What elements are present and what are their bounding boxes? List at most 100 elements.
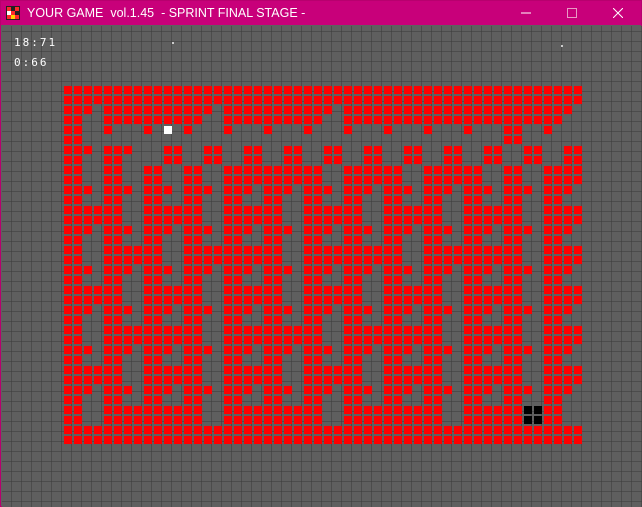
wall-block	[504, 256, 512, 264]
wall-block	[424, 266, 432, 274]
wall-block	[364, 436, 372, 444]
wall-block	[354, 396, 362, 404]
wall-block	[174, 116, 182, 124]
wall-block	[474, 196, 482, 204]
wall-block	[224, 406, 232, 414]
wall-block	[234, 186, 242, 194]
wall-block	[234, 116, 242, 124]
wall-block	[384, 396, 392, 404]
wall-block	[104, 156, 112, 164]
wall-block	[554, 426, 562, 434]
wall-block	[384, 346, 392, 354]
wall-block	[194, 196, 202, 204]
wall-block	[384, 246, 392, 254]
wall-block	[274, 236, 282, 244]
wall-block	[264, 366, 272, 374]
wall-block	[414, 376, 422, 384]
game-board[interactable]: 18:71 0:66	[2, 26, 642, 507]
wall-block	[514, 246, 522, 254]
wall-block	[564, 346, 572, 354]
wall-block	[494, 376, 502, 384]
wall-block	[234, 206, 242, 214]
wall-block	[154, 186, 162, 194]
wall-block	[144, 246, 152, 254]
wall-block	[484, 256, 492, 264]
wall-block	[394, 266, 402, 274]
wall-block	[124, 256, 132, 264]
wall-block	[224, 396, 232, 404]
minimize-button[interactable]	[503, 1, 549, 25]
wall-block	[264, 256, 272, 264]
wall-block	[394, 116, 402, 124]
window-title: YOUR GAME vol.1.45 - SPRINT FINAL STAGE …	[27, 6, 306, 20]
wall-block	[514, 116, 522, 124]
wall-block	[434, 436, 442, 444]
wall-block	[224, 96, 232, 104]
title-bar[interactable]: YOUR GAME vol.1.45 - SPRINT FINAL STAGE …	[1, 1, 641, 25]
wall-block	[144, 336, 152, 344]
wall-block	[284, 186, 292, 194]
wall-block	[124, 226, 132, 234]
wall-block	[154, 296, 162, 304]
wall-block	[74, 336, 82, 344]
wall-block	[104, 306, 112, 314]
wall-block	[64, 366, 72, 374]
wall-block	[164, 296, 172, 304]
wall-block	[274, 396, 282, 404]
wall-block	[434, 406, 442, 414]
wall-block	[474, 96, 482, 104]
wall-block	[234, 166, 242, 174]
wall-block	[204, 266, 212, 274]
wall-block	[474, 106, 482, 114]
wall-block	[554, 406, 562, 414]
wall-block	[484, 286, 492, 294]
wall-block	[64, 146, 72, 154]
wall-block	[484, 116, 492, 124]
wall-block	[414, 106, 422, 114]
wall-block	[524, 156, 532, 164]
wall-block	[424, 376, 432, 384]
wall-block	[294, 96, 302, 104]
wall-block	[144, 196, 152, 204]
wall-block	[194, 366, 202, 374]
wall-block	[544, 86, 552, 94]
wall-block	[514, 386, 522, 394]
wall-block	[174, 406, 182, 414]
wall-block	[214, 146, 222, 154]
wall-block	[224, 186, 232, 194]
wall-block	[144, 226, 152, 234]
wall-block	[244, 256, 252, 264]
wall-block	[164, 286, 172, 294]
wall-block	[404, 86, 412, 94]
wall-block	[184, 406, 192, 414]
wall-block	[174, 86, 182, 94]
wall-block	[84, 186, 92, 194]
close-button[interactable]	[595, 1, 641, 25]
wall-block	[174, 106, 182, 114]
wall-block	[454, 166, 462, 174]
wall-block	[224, 86, 232, 94]
wall-block	[334, 246, 342, 254]
wall-block	[334, 436, 342, 444]
wall-block	[204, 226, 212, 234]
wall-block	[544, 236, 552, 244]
wall-block	[564, 156, 572, 164]
maximize-button[interactable]	[549, 1, 595, 25]
wall-block	[474, 346, 482, 354]
wall-block	[384, 96, 392, 104]
wall-block	[144, 436, 152, 444]
wall-block	[274, 116, 282, 124]
wall-block	[524, 86, 532, 94]
wall-block	[514, 236, 522, 244]
wall-block	[174, 366, 182, 374]
wall-block	[304, 296, 312, 304]
wall-block	[134, 116, 142, 124]
wall-block	[384, 336, 392, 344]
wall-block	[554, 326, 562, 334]
wall-block	[504, 116, 512, 124]
wall-block	[514, 136, 522, 144]
wall-block	[284, 156, 292, 164]
wall-block	[404, 306, 412, 314]
wall-block	[564, 186, 572, 194]
wall-block	[64, 286, 72, 294]
